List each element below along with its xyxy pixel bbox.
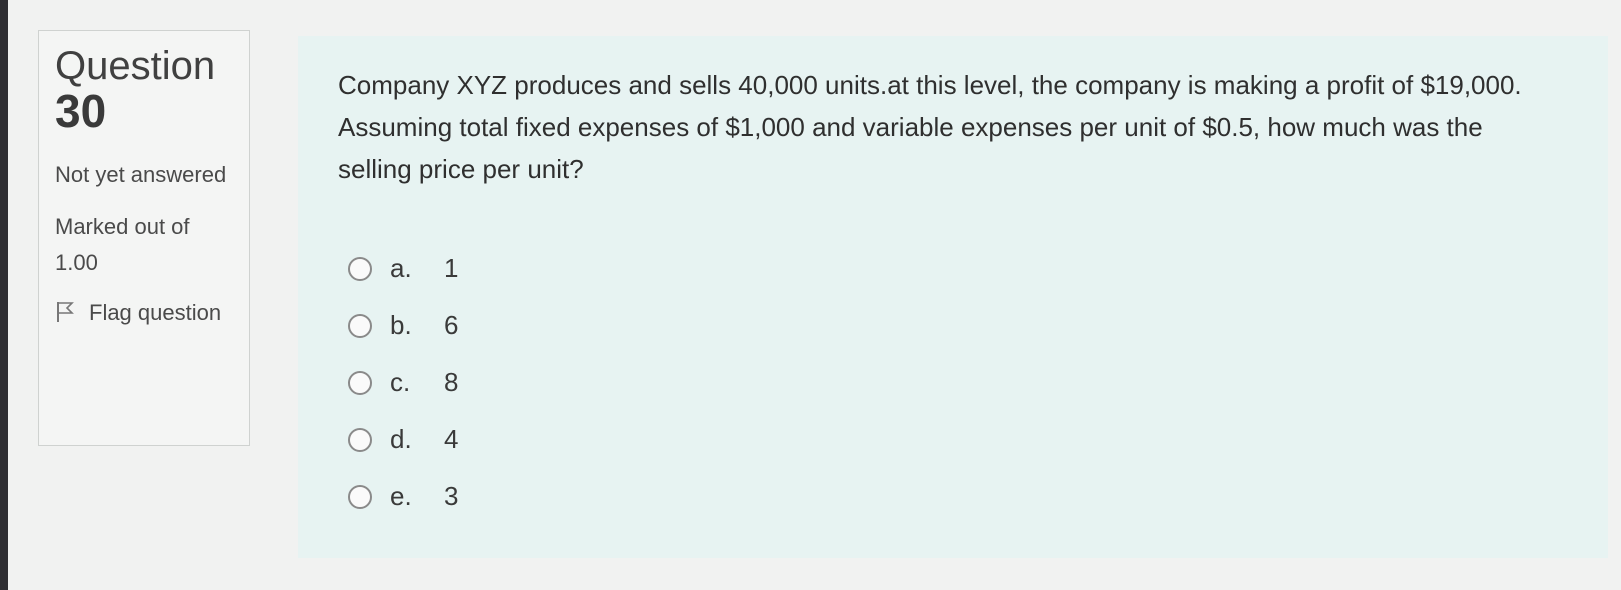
flag-question-link[interactable]: Flag question bbox=[55, 295, 233, 331]
option-letter: c. bbox=[390, 367, 411, 397]
answer-option-c[interactable]: c. 8 bbox=[348, 354, 458, 411]
option-value: 4 bbox=[444, 424, 459, 454]
option-letter: d. bbox=[390, 424, 412, 454]
option-letter: e. bbox=[390, 481, 412, 511]
screen-edge bbox=[0, 0, 8, 590]
option-value: 1 bbox=[444, 253, 459, 283]
flag-icon bbox=[57, 302, 74, 322]
question-info: Question 30 Not yet answered Marked out … bbox=[38, 30, 250, 446]
option-value: 8 bbox=[444, 367, 459, 397]
answer-option-d[interactable]: d. 4 bbox=[348, 411, 458, 468]
option-letter: a. bbox=[390, 253, 412, 283]
question-number: 30 bbox=[55, 85, 107, 137]
radio-icon[interactable] bbox=[348, 370, 372, 395]
radio-icon[interactable] bbox=[348, 256, 372, 281]
radio-icon[interactable] bbox=[348, 313, 372, 338]
question-status: Not yet answered bbox=[55, 162, 227, 187]
question-content: Company XYZ produces and sells 40,000 un… bbox=[298, 36, 1608, 558]
answer-option-e[interactable]: e. 3 bbox=[348, 468, 458, 525]
marks-label: Marked out of bbox=[55, 214, 190, 239]
question-label: Question bbox=[55, 44, 216, 88]
answer-options: a. 1 b. 6 c. 8 d. 4 e. 3 bbox=[348, 240, 458, 525]
marks-value: 1.00 bbox=[55, 250, 98, 275]
radio-icon[interactable] bbox=[348, 484, 372, 509]
answer-option-b[interactable]: b. 6 bbox=[348, 297, 458, 354]
flag-question-label: Flag question bbox=[89, 300, 222, 325]
option-value: 3 bbox=[444, 481, 459, 511]
option-letter: b. bbox=[390, 310, 412, 340]
answer-option-a[interactable]: a. 1 bbox=[348, 240, 458, 297]
question-text: Company XYZ produces and sells 40,000 un… bbox=[338, 70, 1522, 184]
radio-icon[interactable] bbox=[348, 427, 372, 452]
option-value: 6 bbox=[444, 310, 459, 340]
